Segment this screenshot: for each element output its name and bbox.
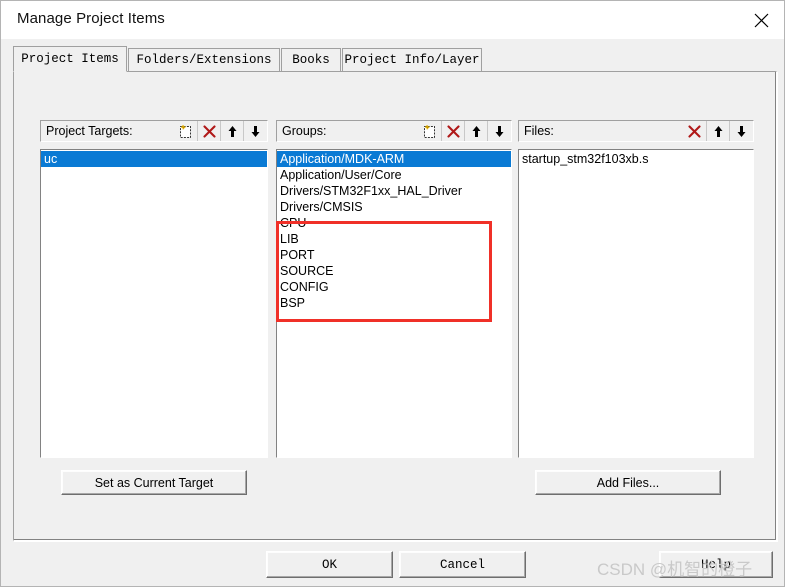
new-item-icon[interactable] [174, 121, 197, 141]
new-item-icon[interactable] [418, 121, 441, 141]
list-item[interactable]: CPU [277, 215, 511, 231]
project-targets-list[interactable]: uc [40, 149, 268, 458]
tab-panel-project-items: Project Targets: uc Set as Current Targe… [13, 71, 777, 541]
list-item[interactable]: SOURCE [277, 263, 511, 279]
list-item[interactable]: Drivers/STM32F1xx_HAL_Driver [277, 183, 511, 199]
tab-strip: Project Items Folders/Extensions Books Proj… [13, 46, 777, 72]
move-up-icon[interactable] [220, 121, 243, 141]
project-targets-label: Project Targets: [46, 124, 133, 138]
delete-icon[interactable] [197, 121, 220, 141]
delete-icon[interactable] [683, 121, 706, 141]
manage-project-items-dialog: Manage Project Items Project Items Folder… [0, 0, 785, 587]
tab-project-items[interactable]: Project Items [13, 46, 127, 72]
set-as-current-target-button[interactable]: Set as Current Target [61, 470, 247, 495]
close-icon[interactable] [738, 1, 784, 39]
move-down-icon[interactable] [243, 121, 266, 141]
project-targets-header: Project Targets: [40, 120, 268, 142]
delete-icon[interactable] [441, 121, 464, 141]
tab-project-info-layer[interactable]: Project Info/Layer [342, 48, 482, 71]
files-list[interactable]: startup_stm32f103xb.s [518, 149, 754, 458]
cancel-button[interactable]: Cancel [399, 551, 526, 578]
list-item[interactable]: CONFIG [277, 279, 511, 295]
move-down-icon[interactable] [487, 121, 510, 141]
files-header: Files: [518, 120, 754, 142]
tab-folders-extensions[interactable]: Folders/Extensions [128, 48, 280, 71]
list-item[interactable]: uc [41, 151, 267, 167]
list-item[interactable]: Application/MDK-ARM [277, 151, 511, 167]
list-item[interactable]: PORT [277, 247, 511, 263]
groups-toolbar [418, 121, 510, 141]
ok-button[interactable]: OK [266, 551, 393, 578]
move-up-icon[interactable] [706, 121, 729, 141]
window-title: Manage Project Items [17, 10, 165, 27]
list-item[interactable]: Drivers/CMSIS [277, 199, 511, 215]
tab-books[interactable]: Books [281, 48, 341, 71]
list-item[interactable]: startup_stm32f103xb.s [519, 151, 753, 167]
files-label: Files: [524, 124, 554, 138]
add-files-button[interactable]: Add Files... [535, 470, 721, 495]
title-bar: Manage Project Items [1, 1, 784, 39]
groups-label: Groups: [282, 124, 327, 138]
list-item[interactable]: LIB [277, 231, 511, 247]
list-item[interactable]: Application/User/Core [277, 167, 511, 183]
groups-list[interactable]: Application/MDK-ARM Application/User/Core… [276, 149, 512, 458]
help-button[interactable]: Help [659, 551, 773, 578]
move-up-icon[interactable] [464, 121, 487, 141]
project-targets-toolbar [174, 121, 266, 141]
groups-header: Groups: [276, 120, 512, 142]
list-item[interactable]: BSP [277, 295, 511, 311]
files-toolbar [683, 121, 752, 141]
move-down-icon[interactable] [729, 121, 752, 141]
